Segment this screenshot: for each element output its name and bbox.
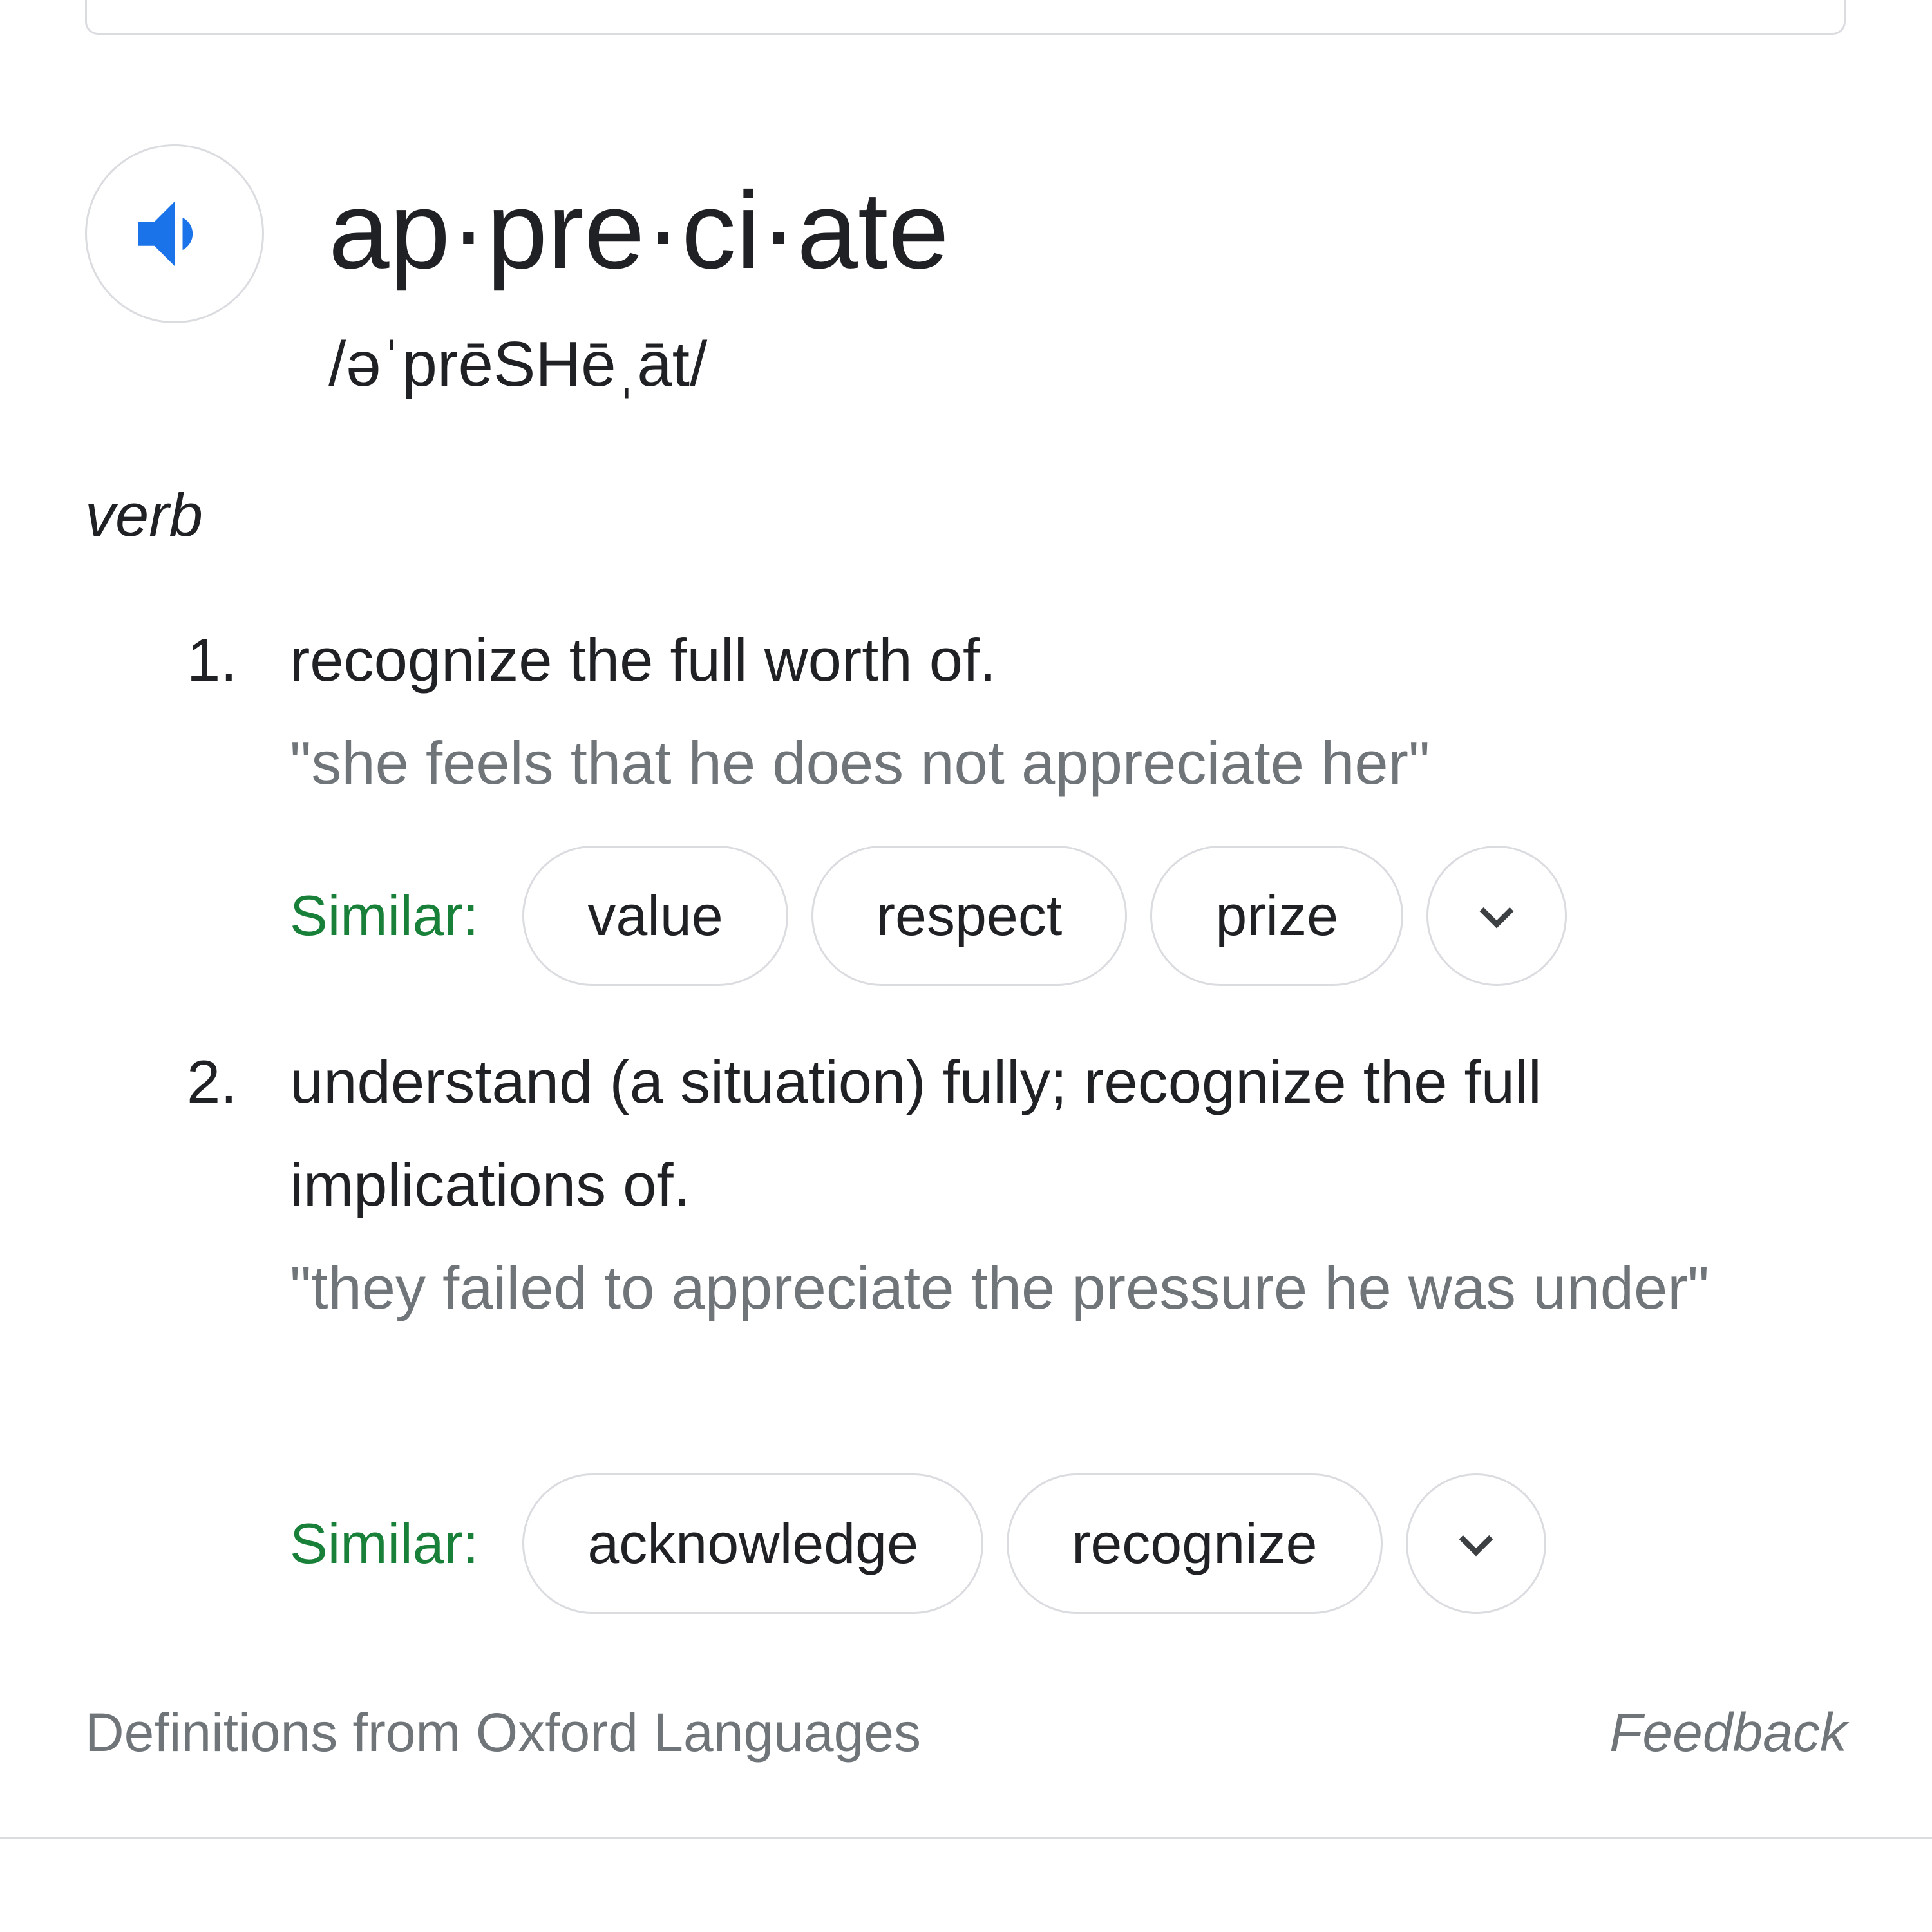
similar-chip-respect[interactable]: respect	[811, 846, 1128, 986]
phonetic-spelling: /əˈprēSHēˌāt/	[328, 328, 708, 399]
similar-label: Similar:	[290, 884, 479, 947]
chevron-down-icon	[1479, 907, 1514, 929]
sense-number: 1.	[187, 626, 238, 694]
definitions-source: Definitions from Oxford Languages	[85, 1702, 922, 1763]
chevron-down-icon	[1459, 1535, 1493, 1557]
sense-example: "they failed to appreciate the pressure …	[290, 1254, 1709, 1321]
sense-number: 2.	[187, 1048, 238, 1115]
headword: ap·pre·ci·ate	[328, 169, 949, 292]
similar-chip-prize[interactable]: prize	[1150, 846, 1404, 986]
sense-example: "she feels that he does not appreciate h…	[290, 729, 1430, 797]
pronunciation-button[interactable]	[85, 144, 264, 323]
similar-chip-recognize[interactable]: recognize	[1007, 1473, 1383, 1614]
similar-words-row: Similar: acknowledge recognize	[290, 1472, 1546, 1616]
feedback-link[interactable]: Feedback	[1609, 1700, 1847, 1765]
sense-definition: understand (a situation) fully; recogniz…	[290, 1048, 1542, 1218]
divider	[0, 1837, 1932, 1839]
similar-chip-value[interactable]: value	[522, 846, 788, 986]
volume-up-icon	[138, 202, 193, 266]
sense-definition: recognize the full worth of.	[290, 626, 997, 694]
expand-similar-button[interactable]	[1405, 1473, 1546, 1614]
expand-similar-button[interactable]	[1426, 846, 1567, 986]
similar-words-row: Similar: value respect prize	[290, 844, 1567, 988]
search-box-bottom-edge	[85, 0, 1846, 35]
part-of-speech: verb	[85, 481, 203, 549]
similar-chip-acknowledge[interactable]: acknowledge	[522, 1473, 984, 1614]
similar-label: Similar:	[290, 1511, 479, 1575]
